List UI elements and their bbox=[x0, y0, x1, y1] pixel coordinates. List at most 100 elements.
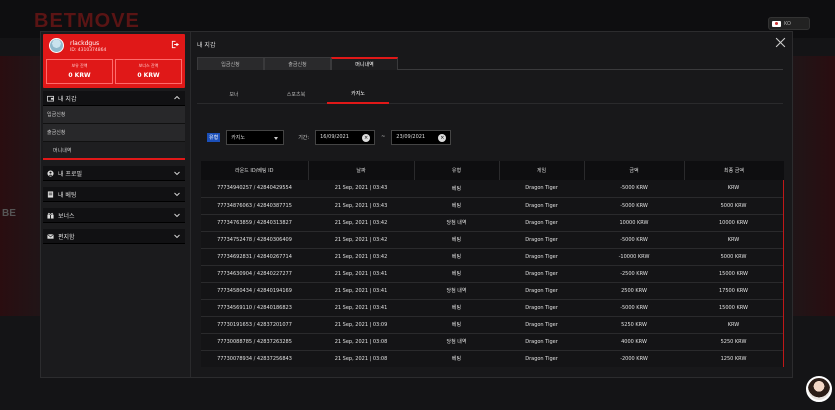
menu-item-money-history[interactable]: 머니내역 bbox=[43, 142, 185, 160]
cell-round-id: 77730191653 / 42837201077 bbox=[201, 316, 308, 334]
cell-date: 21 Sep, 2021 | 03:41 bbox=[308, 299, 414, 317]
chevron-down-icon bbox=[174, 213, 180, 218]
cell-round-id: 77734630904 / 42840227277 bbox=[201, 265, 308, 283]
profile-card: rlackdgus ID: 4310374864 보유 잔액 0 KRW 보너스… bbox=[43, 34, 185, 88]
cell-final-amount: KRW bbox=[684, 231, 784, 249]
cell-amount: -5000 KRW bbox=[584, 299, 684, 317]
cell-date: 21 Sep, 2021 | 03:42 bbox=[308, 231, 414, 249]
filter-bar: 유형 카지노 기간: 16/09/2021 × ~ 23/09/2021 × bbox=[207, 129, 452, 145]
menu-profile[interactable]: 내 프로필 bbox=[43, 166, 185, 181]
table-row: 77734763859 / 42840313827 21 Sep, 2021 | … bbox=[201, 214, 784, 232]
menu-wallet[interactable]: 내 지갑 bbox=[43, 91, 185, 106]
cell-game: Dragon Tiger bbox=[499, 282, 584, 300]
user-icon bbox=[47, 169, 54, 177]
cell-date: 21 Sep, 2021 | 03:41 bbox=[308, 265, 414, 283]
cell-game: Dragon Tiger bbox=[499, 214, 584, 232]
tab-money-history[interactable]: 머니내역 bbox=[331, 57, 398, 70]
cell-type: 베팅 bbox=[414, 350, 499, 367]
table-header-row: 라운드 ID/베팅 ID 날짜 유형 게임 금액 최종 금액 bbox=[201, 161, 784, 180]
cell-date: 21 Sep, 2021 | 03:43 bbox=[308, 197, 414, 215]
site-logo: BETMOVE bbox=[34, 10, 140, 32]
cell-type: 당첨 내역 bbox=[414, 214, 499, 232]
balance-box: 보유 잔액 0 KRW 보너스 잔액 0 KRW bbox=[46, 59, 182, 84]
date-from-input[interactable]: 16/09/2021 × bbox=[315, 129, 376, 145]
cell-round-id: 77734763859 / 42840313827 bbox=[201, 214, 308, 232]
tab-deposit[interactable]: 입금신청 bbox=[197, 57, 264, 70]
cell-date: 21 Sep, 2021 | 03:09 bbox=[308, 316, 414, 334]
col-header-amount: 금액 bbox=[584, 161, 685, 180]
cash-balance: 보유 잔액 0 KRW bbox=[46, 59, 113, 84]
cell-type: 베팅 bbox=[414, 299, 499, 317]
cell-round-id: 77730088785 / 42837263285 bbox=[201, 333, 308, 351]
menu-messages-label: 편지함 bbox=[58, 233, 75, 241]
col-header-date: 날짜 bbox=[308, 161, 415, 180]
table-row: 77734876063 / 42840387715 21 Sep, 2021 | … bbox=[201, 197, 784, 215]
col-header-final-amount: 최종 금액 bbox=[684, 161, 784, 180]
cell-round-id: 77734580434 / 42840194169 bbox=[201, 282, 308, 300]
subtab-bonus[interactable]: 보너 bbox=[203, 84, 265, 104]
avatar bbox=[49, 38, 64, 53]
language-selector[interactable]: KO bbox=[768, 17, 810, 30]
close-icon[interactable] bbox=[775, 37, 786, 48]
cell-round-id: 77734876063 / 42840387715 bbox=[201, 197, 308, 215]
logout-icon[interactable] bbox=[171, 40, 180, 49]
type-select[interactable]: 카지노 bbox=[226, 129, 285, 145]
wallet-modal: rlackdgus ID: 4310374864 보유 잔액 0 KRW 보너스… bbox=[40, 31, 793, 378]
cell-type: 베팅 bbox=[414, 180, 499, 198]
cell-date: 21 Sep, 2021 | 03:08 bbox=[308, 350, 414, 367]
bonus-balance: 보너스 잔액 0 KRW bbox=[115, 59, 182, 84]
cell-type: 베팅 bbox=[414, 316, 499, 334]
col-header-round-id: 라운드 ID/베팅 ID bbox=[201, 161, 309, 180]
live-chat-avatar-button[interactable] bbox=[806, 376, 832, 402]
cell-final-amount: 17500 KRW bbox=[684, 282, 784, 300]
date-separator: ~ bbox=[381, 134, 386, 140]
cell-type: 베팅 bbox=[414, 265, 499, 283]
tab-withdraw[interactable]: 출금신청 bbox=[264, 57, 331, 70]
date-to-value: 23/09/2021 bbox=[396, 134, 426, 140]
dropdown-caret-icon bbox=[274, 136, 279, 140]
type-select-value: 카지노 bbox=[231, 134, 246, 141]
cell-amount: 2500 KRW bbox=[584, 282, 684, 300]
account-menu: 내 지갑 입금신청 출금신청 머니내역 내 프로필 내 베팅 보너스 편지함 bbox=[43, 91, 185, 244]
table-row: 77734692831 / 42840267714 21 Sep, 2021 | … bbox=[201, 248, 784, 266]
cash-balance-value: 0 KRW bbox=[68, 72, 91, 79]
cell-game: Dragon Tiger bbox=[499, 299, 584, 317]
menu-item-deposit[interactable]: 입금신청 bbox=[43, 106, 185, 124]
bonus-balance-label: 보너스 잔액 bbox=[138, 63, 159, 68]
menu-bets[interactable]: 내 베팅 bbox=[43, 187, 185, 202]
history-table: 라운드 ID/베팅 ID 날짜 유형 게임 금액 최종 금액 777349402… bbox=[201, 161, 784, 367]
cell-type: 당첨 내역 bbox=[414, 282, 499, 300]
subtab-casino[interactable]: 카지노 bbox=[327, 84, 389, 104]
cell-round-id: 77730078934 / 42837256843 bbox=[201, 350, 308, 367]
cell-game: Dragon Tiger bbox=[499, 231, 584, 249]
envelope-icon bbox=[47, 233, 54, 239]
cell-final-amount: 1250 KRW bbox=[684, 350, 784, 367]
table-row: 77734940257 / 42840429554 21 Sep, 2021 | … bbox=[201, 180, 784, 198]
menu-messages[interactable]: 편지함 bbox=[43, 229, 185, 244]
wallet-panel: 내 지갑 입금신청 출금신청 머니내역 보너 스포츠북 카지노 유형 카지노 기… bbox=[190, 32, 792, 377]
cell-amount: -10000 KRW bbox=[584, 248, 684, 266]
cell-date: 21 Sep, 2021 | 03:08 bbox=[308, 333, 414, 351]
subtab-sportsbook[interactable]: 스포츠북 bbox=[265, 84, 327, 104]
cell-final-amount: 5000 KRW bbox=[684, 248, 784, 266]
menu-item-withdraw[interactable]: 출금신청 bbox=[43, 124, 185, 142]
cell-game: Dragon Tiger bbox=[499, 180, 584, 198]
language-code: KO bbox=[784, 20, 791, 27]
clear-icon[interactable]: × bbox=[362, 133, 371, 142]
cell-round-id: 77734752478 / 42840306409 bbox=[201, 231, 308, 249]
bonus-balance-value: 0 KRW bbox=[137, 72, 160, 79]
cell-type: 베팅 bbox=[414, 231, 499, 249]
menu-bonus[interactable]: 보너스 bbox=[43, 208, 185, 223]
history-table-container[interactable]: 라운드 ID/베팅 ID 날짜 유형 게임 금액 최종 금액 777349402… bbox=[201, 161, 784, 367]
menu-wallet-label: 내 지갑 bbox=[58, 95, 77, 103]
cell-game: Dragon Tiger bbox=[499, 333, 584, 351]
cell-amount: -2000 KRW bbox=[584, 350, 684, 367]
banner-text: BE bbox=[2, 208, 16, 219]
date-to-input[interactable]: 23/09/2021 × bbox=[391, 129, 452, 145]
table-row: 77730088785 / 42837263285 21 Sep, 2021 | … bbox=[201, 333, 784, 351]
table-row: 77734630904 / 42840227277 21 Sep, 2021 | … bbox=[201, 265, 784, 283]
cell-final-amount: KRW bbox=[684, 316, 784, 334]
cell-type: 베팅 bbox=[414, 248, 499, 266]
clear-icon[interactable]: × bbox=[438, 133, 447, 142]
cell-amount: 10000 KRW bbox=[584, 214, 684, 232]
